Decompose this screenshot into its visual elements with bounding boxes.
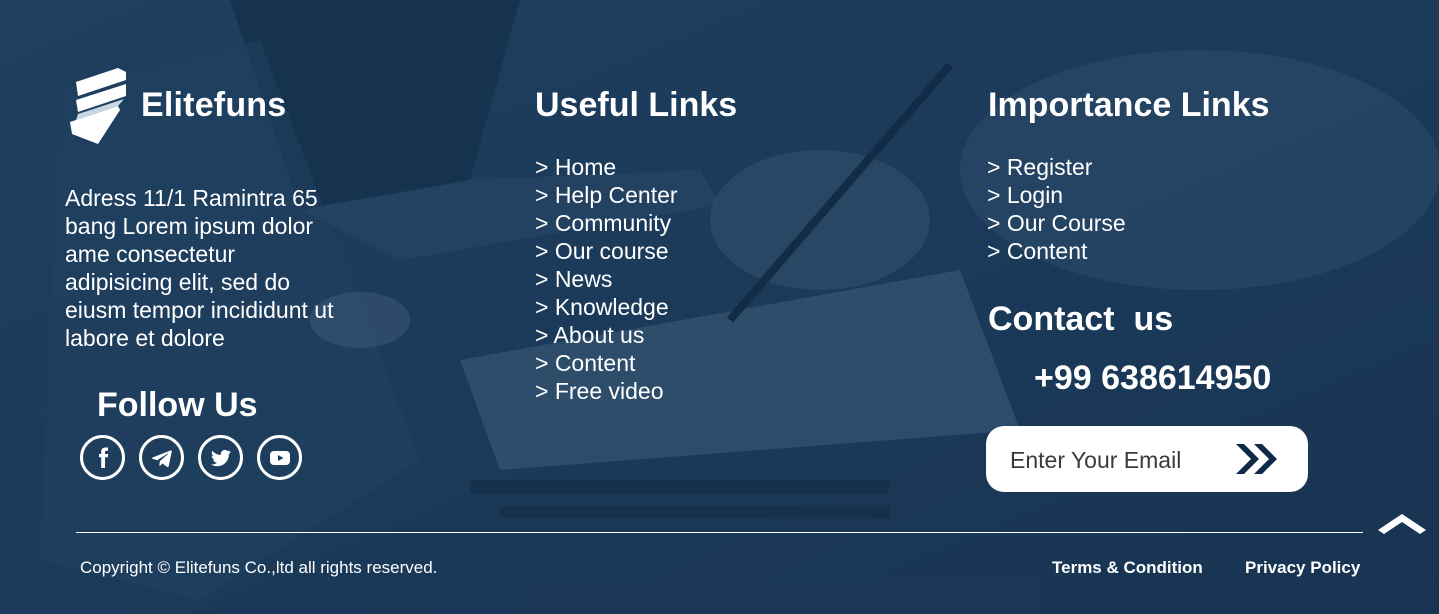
useful-links-list: > Home > Help Center > Community > Our c… [535, 153, 678, 405]
importance-link-register[interactable]: > Register [987, 153, 1126, 181]
contact-us-heading: Contact us [988, 300, 1174, 338]
twitter-button[interactable] [198, 435, 243, 480]
twitter-icon [210, 449, 231, 466]
useful-link-help-center[interactable]: > Help Center [535, 181, 678, 209]
chevron-up-icon[interactable] [1376, 510, 1428, 536]
useful-link-free-video[interactable]: > Free video [535, 377, 678, 405]
youtube-button[interactable] [257, 435, 302, 480]
social-links [80, 435, 302, 480]
site-footer: Elitefuns Adress 11/1 Ramintra 65 bang L… [0, 0, 1439, 614]
follow-us-heading: Follow Us [97, 386, 258, 424]
privacy-policy-link[interactable]: Privacy Policy [1245, 558, 1360, 578]
terms-link[interactable]: Terms & Condition [1052, 558, 1203, 578]
double-chevron-right-icon[interactable] [1232, 440, 1282, 478]
useful-links-heading: Useful Links [535, 86, 738, 124]
importance-link-login[interactable]: > Login [987, 181, 1126, 209]
facebook-icon [98, 447, 108, 468]
facebook-button[interactable] [80, 435, 125, 480]
importance-link-our-course[interactable]: > Our Course [987, 209, 1126, 237]
useful-link-content[interactable]: > Content [535, 349, 678, 377]
email-subscribe-form [986, 426, 1308, 494]
youtube-icon [269, 450, 290, 465]
phone-number: +99 638614950 [1034, 359, 1272, 397]
useful-link-about-us[interactable]: > About us [535, 321, 678, 349]
useful-link-knowledge[interactable]: > Knowledge [535, 293, 678, 321]
email-input[interactable] [1008, 426, 1232, 494]
useful-link-community[interactable]: > Community [535, 209, 678, 237]
importance-links-list: > Register > Login > Our Course > Conten… [987, 153, 1126, 265]
useful-link-our-course[interactable]: > Our course [535, 237, 678, 265]
brand-logo[interactable] [68, 66, 128, 144]
shield-stripes-icon [70, 68, 126, 144]
useful-link-home[interactable]: > Home [535, 153, 678, 181]
telegram-icon [151, 449, 172, 467]
importance-link-content[interactable]: > Content [987, 237, 1126, 265]
brand-name: Elitefuns [141, 86, 287, 124]
importance-links-heading: Importance Links [988, 86, 1270, 124]
copyright-text: Copyright © Elitefuns Co.,ltd all rights… [80, 558, 438, 577]
address-text: Adress 11/1 Ramintra 65 bang Lorem ipsum… [65, 185, 334, 351]
footer-divider [76, 532, 1363, 533]
telegram-button[interactable] [139, 435, 184, 480]
useful-link-news[interactable]: > News [535, 265, 678, 293]
